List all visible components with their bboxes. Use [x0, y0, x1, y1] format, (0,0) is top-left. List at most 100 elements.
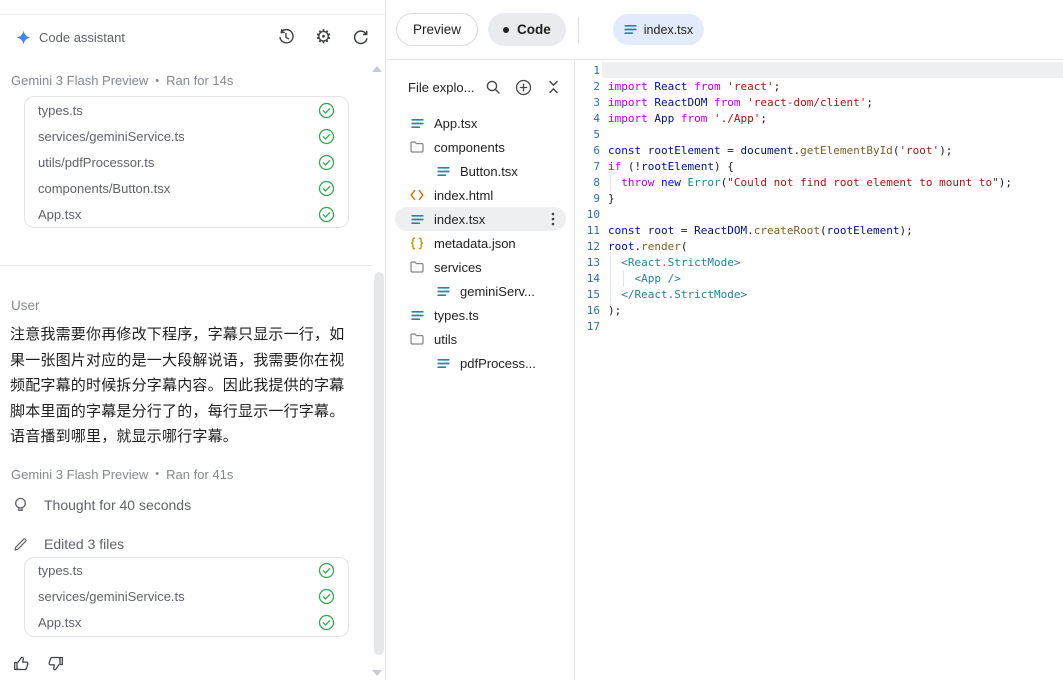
edited-file-row[interactable]: utils/pdfProcessor.ts	[25, 149, 348, 175]
line-number: 6	[576, 144, 600, 157]
tree-item-label: geminiServ...	[460, 284, 535, 299]
tree-item-index-html[interactable]: index.html	[395, 183, 566, 207]
toolbar-divider	[578, 17, 579, 43]
line-number: 1	[576, 64, 600, 77]
preview-button-label: Preview	[413, 22, 461, 37]
pencil-icon	[13, 537, 28, 552]
code-line-1: 1	[576, 62, 1063, 78]
code-line-11: 11const root = ReactDOM.createRoot(rootE…	[576, 222, 1063, 238]
meta-separator: •	[155, 468, 159, 480]
json-file-icon	[410, 237, 424, 250]
tree-item-types-ts[interactable]: types.ts	[395, 303, 566, 327]
line-number: 2	[576, 80, 600, 93]
history-icon[interactable]	[277, 28, 295, 46]
line-number: 3	[576, 96, 600, 109]
line-number: 5	[576, 128, 600, 141]
tsx-file-icon	[436, 165, 450, 178]
thought-label: Thought for 40 seconds	[44, 497, 191, 513]
edited-files-summary[interactable]: Edited 3 files	[13, 536, 374, 553]
edited-file-row[interactable]: services/geminiService.ts	[25, 584, 348, 610]
code-line-2: 2import React from 'react';	[576, 78, 1063, 94]
run-duration: Ran for 14s	[166, 73, 233, 88]
edited-file-row[interactable]: types.ts	[25, 97, 348, 123]
settings-icon[interactable]: ⚙	[315, 29, 332, 46]
edited-label: Edited 3 files	[44, 536, 124, 552]
edited-file-row[interactable]: components/Button.tsx	[25, 175, 348, 201]
active-dot-icon	[503, 27, 509, 33]
line-number: 14	[576, 272, 600, 285]
code-line-10: 10	[576, 206, 1063, 222]
line-number: 17	[576, 320, 600, 333]
scrollbar-down-arrow[interactable]	[372, 670, 382, 676]
edited-file-row[interactable]: services/geminiService.ts	[25, 123, 348, 149]
check-circle-icon	[318, 614, 335, 631]
line-number: 4	[576, 112, 600, 125]
search-icon[interactable]	[485, 79, 501, 95]
code-button[interactable]: Code	[488, 13, 566, 46]
folder-file-icon	[410, 333, 424, 345]
user-message-text: 注意我需要你再修改下程序，字幕只显示一行，如果一张图片对应的是一大段解说语，我需…	[10, 322, 358, 450]
code-button-label: Code	[517, 22, 551, 37]
preview-button[interactable]: Preview	[396, 13, 478, 46]
refresh-icon[interactable]	[352, 29, 369, 46]
indent-guide	[610, 255, 611, 303]
line-number: 12	[576, 240, 600, 253]
code-assistant-app: Code assistant ⚙ Gemini 3 Flash Preview …	[0, 0, 1063, 680]
thought-summary[interactable]: Thought for 40 seconds	[13, 497, 374, 514]
tree-item-components[interactable]: components	[395, 135, 566, 159]
file-name: services/geminiService.ts	[38, 589, 185, 604]
tree-item-label: index.html	[434, 188, 493, 203]
tree-item-pdfprocess[interactable]: pdfProcess...	[395, 351, 566, 375]
code-line-6: 6const rootElement = document.getElement…	[576, 142, 1063, 158]
tree-item-label: App.tsx	[434, 116, 477, 131]
message-divider	[0, 265, 372, 266]
code-line-8: 8 throw new Error("Could not find root e…	[576, 174, 1063, 190]
item-menu-icon[interactable]	[546, 212, 560, 226]
editor-tab-index-tsx[interactable]: index.tsx	[613, 14, 704, 45]
tree-item-utils[interactable]: utils	[395, 327, 566, 351]
indent-guide	[610, 175, 611, 191]
file-name: services/geminiService.ts	[38, 129, 185, 144]
line-number: 10	[576, 208, 600, 221]
scrollbar-up-arrow[interactable]	[372, 66, 382, 72]
code-line-13: 13 <React.StrictMode>	[576, 254, 1063, 270]
tree-item-app-tsx[interactable]: App.tsx	[395, 111, 566, 135]
check-circle-icon	[318, 562, 335, 579]
tree-item-metadata-json[interactable]: metadata.json	[395, 231, 566, 255]
file-name: utils/pdfProcessor.ts	[38, 155, 154, 170]
tree-item-label: utils	[434, 332, 457, 347]
tsx-file-icon	[436, 285, 450, 298]
file-name: types.ts	[38, 103, 83, 118]
folder-file-icon	[410, 141, 424, 153]
edited-file-row[interactable]: App.tsx	[25, 610, 348, 636]
tree-item-index-tsx[interactable]: index.tsx	[395, 207, 566, 231]
file-name: App.tsx	[38, 615, 81, 630]
line-number: 7	[576, 160, 600, 173]
tree-item-geminiserv[interactable]: geminiServ...	[395, 279, 566, 303]
code-editor[interactable]: 12import React from 'react';3import Reac…	[576, 61, 1063, 680]
html-file-icon	[410, 189, 424, 201]
tree-item-label: components	[434, 140, 505, 155]
edited-file-row[interactable]: types.ts	[25, 558, 348, 584]
collapse-all-icon[interactable]	[546, 79, 561, 95]
edited-files-card: types.ts services/geminiService.ts utils/p…	[24, 96, 349, 228]
file-explorer-panel: File explo... App.tsx components Button.ts…	[387, 61, 575, 680]
thumb-down-icon[interactable]	[47, 655, 64, 672]
tree-item-label: types.ts	[434, 308, 479, 323]
code-line-16: 16);	[576, 302, 1063, 318]
tree-item-button-tsx[interactable]: Button.tsx	[395, 159, 566, 183]
thumb-up-icon[interactable]	[13, 655, 30, 672]
line-number: 15	[576, 288, 600, 301]
scrollbar-thumb[interactable]	[374, 272, 384, 655]
message-meta: Gemini 3 Flash Preview • Ran for 41s	[0, 450, 374, 482]
code-line-17: 17	[576, 318, 1063, 334]
chat-scroll-area[interactable]: Gemini 3 Flash Preview • Ran for 14s typ…	[0, 60, 374, 680]
tree-item-label: index.tsx	[434, 212, 485, 227]
file-name: App.tsx	[38, 207, 81, 222]
tree-item-services[interactable]: services	[395, 255, 566, 279]
tree-item-label: metadata.json	[434, 236, 516, 251]
file-explorer-header: File explo...	[387, 61, 574, 97]
model-name: Gemini 3 Flash Preview	[11, 73, 148, 88]
add-file-icon[interactable]	[515, 79, 532, 96]
edited-file-row[interactable]: App.tsx	[25, 201, 348, 227]
